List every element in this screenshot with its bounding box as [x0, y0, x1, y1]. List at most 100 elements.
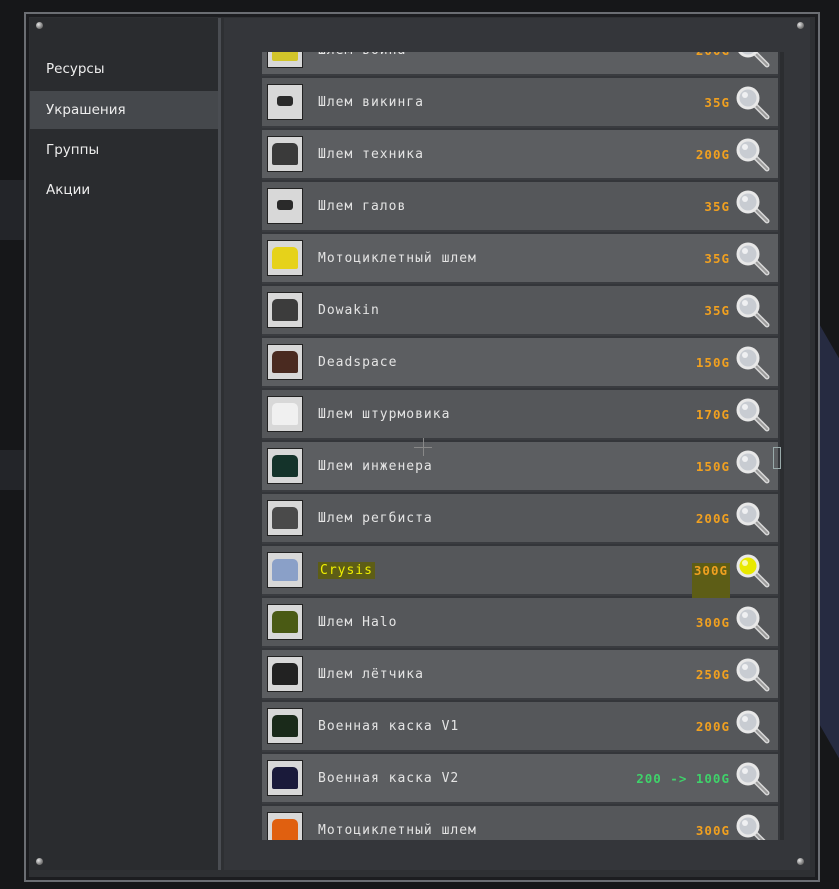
- viking-helmet-icon: [277, 96, 293, 106]
- item-thumbnail: [267, 708, 303, 744]
- item-price: 170G: [695, 407, 730, 422]
- shop-item-row[interactable]: Dowakin 35G: [262, 286, 778, 336]
- item-thumbnail: [267, 656, 303, 692]
- item-price: 150G: [695, 355, 730, 370]
- warrior-helmet-icon: [272, 52, 298, 61]
- item-name-text: Шлем регбиста: [318, 511, 433, 526]
- shop-item-row[interactable]: Шлем регбиста 200G: [262, 494, 778, 544]
- crosshair-icon: [423, 438, 424, 456]
- magnifier-icon[interactable]: [736, 138, 770, 172]
- item-name: Шлем Halo: [318, 598, 397, 648]
- shop-item-row[interactable]: Военная каска V2 200 -> 100G: [262, 754, 778, 804]
- item-name-text: Военная каска V2: [318, 771, 460, 786]
- magnifier-icon[interactable]: [736, 502, 770, 536]
- shop-item-row[interactable]: Мотоциклетный шлем 35G: [262, 234, 778, 284]
- category-decorations[interactable]: Украшения: [30, 91, 218, 129]
- item-list[interactable]: Шлем воина 200G Шлем викинга 35G Шлем техник…: [262, 52, 778, 840]
- magnifier-icon[interactable]: [736, 450, 770, 484]
- item-thumbnail: [267, 240, 303, 276]
- item-name: Шлем лётчика: [318, 650, 424, 700]
- item-name-text: Шлем воина: [318, 52, 406, 58]
- shop-item-row[interactable]: Шлем галов 35G: [262, 182, 778, 232]
- item-name-text: Военная каска V1: [318, 719, 460, 734]
- magnifier-icon[interactable]: [736, 710, 770, 744]
- technician-helmet-icon: [272, 143, 298, 165]
- military-helmet-v2-icon: [272, 767, 298, 789]
- item-name: Шлем воина: [318, 52, 406, 76]
- crysis-helmet-icon: [272, 559, 298, 581]
- magnifier-icon[interactable]: [736, 190, 770, 224]
- magnifier-icon[interactable]: [736, 398, 770, 432]
- motorcycle-helmet-icon: [272, 247, 298, 269]
- item-price: 200G: [695, 719, 730, 734]
- category-promotions[interactable]: Акции: [30, 171, 218, 209]
- shop-item-row[interactable]: Мотоциклетный шлем 300G: [262, 806, 778, 840]
- item-name-text: Шлем лётчика: [318, 667, 424, 682]
- scrollbar[interactable]: [780, 52, 784, 840]
- item-name-text: Шлем техника: [318, 147, 424, 162]
- magnifier-icon[interactable]: [736, 346, 770, 380]
- item-thumbnail: [267, 188, 303, 224]
- shop-item-row[interactable]: Crysis 300G: [262, 546, 778, 613]
- scroll-thumb[interactable]: [773, 447, 781, 469]
- item-name: Военная каска V2: [318, 754, 459, 804]
- item-price: 200G: [695, 511, 730, 526]
- magnifier-icon[interactable]: [736, 52, 770, 68]
- shop-item-row[interactable]: Шлем воина 200G: [262, 52, 778, 76]
- item-price: 200G: [695, 147, 730, 162]
- item-name: Шлем галов: [318, 182, 406, 232]
- item-name-text: Dowakin: [318, 303, 380, 318]
- item-name: Военная каска V1: [318, 702, 459, 752]
- category-resources[interactable]: Ресурсы: [30, 50, 218, 88]
- engineer-helmet-icon: [272, 455, 298, 477]
- halo-helmet-icon: [272, 611, 298, 633]
- category-groups[interactable]: Группы: [30, 131, 218, 169]
- item-name-text: Crysis: [318, 562, 375, 579]
- item-thumbnail: [267, 760, 303, 796]
- item-thumbnail: [267, 552, 303, 588]
- category-label: Группы: [46, 142, 100, 158]
- item-name-text: Шлем галов: [318, 199, 407, 214]
- magnifier-icon[interactable]: [736, 606, 770, 640]
- item-thumbnail: [267, 500, 303, 536]
- magnifier-icon[interactable]: [736, 762, 770, 796]
- deadspace-helmet-icon: [272, 351, 298, 373]
- rugby-helmet-icon: [272, 507, 298, 529]
- shop-item-row[interactable]: Шлем инженера 150G: [262, 442, 778, 492]
- item-name: Мотоциклетный шлем: [318, 234, 477, 284]
- shop-item-row[interactable]: Шлем викинга 35G: [262, 78, 778, 128]
- shop-item-row[interactable]: Шлем техника 200G: [262, 130, 778, 180]
- item-price: 35G: [704, 199, 730, 214]
- screw-icon: [797, 858, 804, 865]
- shop-item-row[interactable]: Военная каска V1 200G: [262, 702, 778, 752]
- item-thumbnail: [267, 344, 303, 380]
- item-name-text: Мотоциклетный шлем: [318, 251, 477, 266]
- item-name: Crysis: [318, 546, 375, 596]
- item-price: 250G: [695, 667, 730, 682]
- item-name-text: Шлем штурмовика: [318, 407, 451, 422]
- item-thumbnail: [267, 292, 303, 328]
- shop-item-row[interactable]: Шлем штурмовика 170G: [262, 390, 778, 440]
- shop-item-row[interactable]: Шлем лётчика 250G: [262, 650, 778, 700]
- category-label: Ресурсы: [46, 61, 105, 77]
- magnifier-icon[interactable]: [736, 658, 770, 692]
- category-label: Акции: [46, 182, 91, 198]
- magnifier-icon[interactable]: [736, 294, 770, 328]
- screw-icon: [36, 22, 43, 29]
- item-thumbnail: [267, 396, 303, 432]
- item-name: Шлем инженера: [318, 442, 433, 492]
- item-price: 300G: [695, 615, 730, 630]
- magnifier-icon[interactable]: [736, 242, 770, 276]
- item-price: 35G: [704, 303, 730, 318]
- item-thumbnail: [267, 812, 303, 840]
- item-price: 200G: [696, 52, 730, 76]
- item-name: Deadspace: [318, 338, 397, 388]
- item-thumbnail: [267, 136, 303, 172]
- item-thumbnail: [267, 448, 303, 484]
- item-name: Шлем регбиста: [318, 494, 433, 544]
- magnifier-icon[interactable]: [736, 814, 770, 840]
- magnifier-icon[interactable]: [736, 86, 770, 120]
- shop-item-row[interactable]: Deadspace 150G: [262, 338, 778, 388]
- magnifier-icon[interactable]: [736, 554, 770, 588]
- shop-item-row[interactable]: Шлем Halo 300G: [262, 598, 778, 648]
